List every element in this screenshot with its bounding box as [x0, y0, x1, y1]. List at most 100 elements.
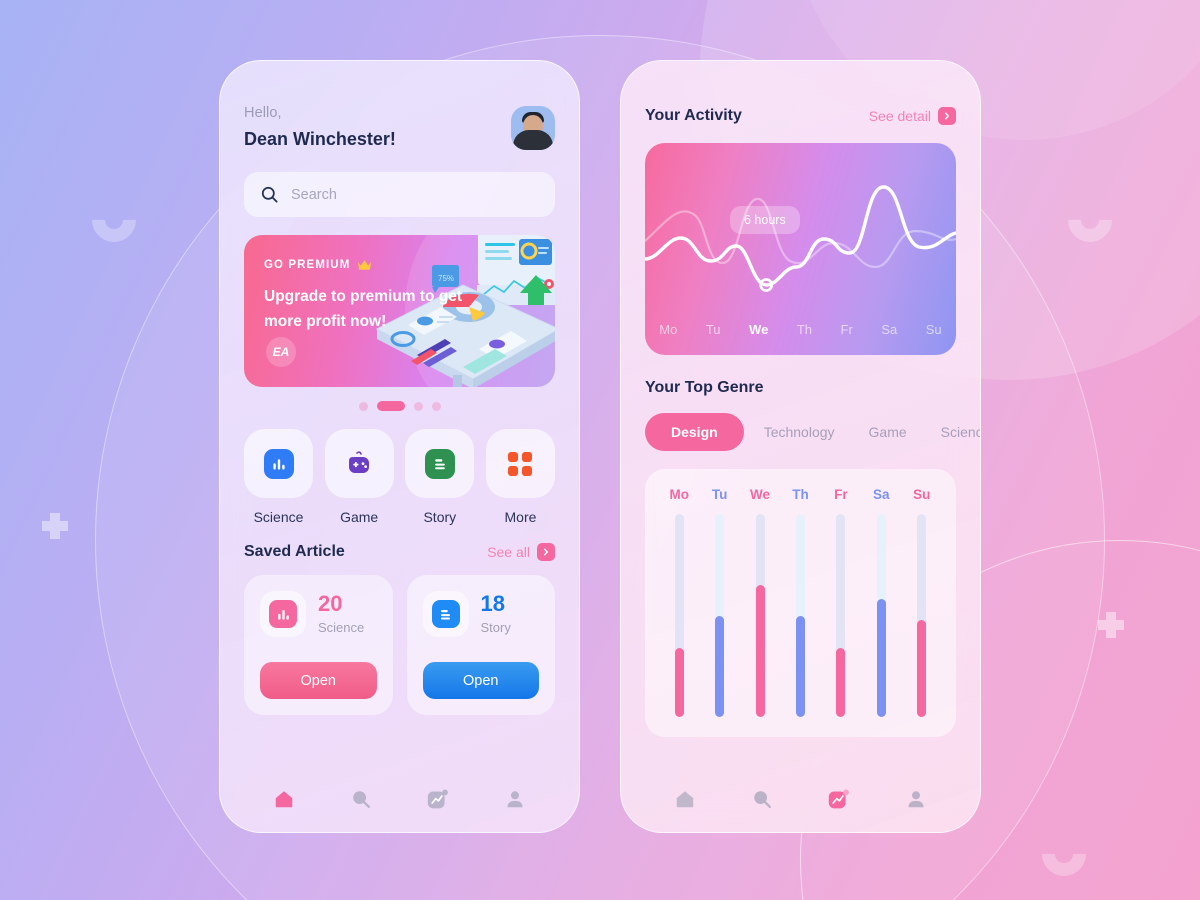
bar-day-label: Su	[913, 487, 931, 502]
saved-card-head: 20 Science	[260, 591, 377, 637]
bar-track	[917, 514, 927, 717]
avatar[interactable]	[511, 105, 555, 150]
search-icon	[353, 791, 371, 808]
greeting-row: Hello, Dean Winchester!	[244, 61, 555, 150]
bar-fill	[876, 599, 886, 717]
tab-design[interactable]: Design	[645, 413, 744, 451]
premium-banner[interactable]: GO PREMIUM Upgrade to premium to get mor…	[244, 235, 555, 387]
saved-card-label: Science	[318, 620, 365, 635]
category-tile	[485, 429, 555, 498]
see-all-label: See all	[487, 544, 530, 560]
saved-card-science[interactable]: 20 Science Open	[244, 575, 393, 715]
nav-search[interactable]	[744, 783, 780, 815]
top-genre-title: Your Top Genre	[645, 379, 764, 396]
page-title: Your Activity	[645, 107, 742, 124]
day-label: Fr	[840, 322, 853, 337]
chart-tooltip: 6 hours	[730, 206, 800, 234]
saved-card-icon-wrap	[260, 591, 306, 637]
nav-search[interactable]	[343, 783, 379, 815]
activity-chart-icon	[829, 789, 850, 808]
category-item-science[interactable]: Science	[244, 429, 313, 525]
chevron-right-icon	[938, 107, 956, 125]
document-lines-icon	[424, 448, 455, 479]
saved-card-icon-wrap	[422, 591, 469, 637]
category-tile	[244, 429, 313, 498]
carousel-dot-active[interactable]	[376, 401, 405, 411]
person-icon	[507, 791, 523, 808]
bar-fill	[674, 647, 684, 717]
bar-track	[674, 514, 684, 717]
bar-day-label: Fr	[834, 487, 848, 502]
nav-home[interactable]	[667, 783, 703, 815]
search-icon	[754, 791, 772, 808]
bar-column[interactable]	[705, 514, 735, 717]
carousel-dot[interactable]	[358, 401, 368, 411]
category-label: Science	[253, 509, 304, 525]
carousel-dot[interactable]	[413, 401, 423, 411]
avatar-body	[513, 129, 553, 150]
phone-activity-screen: Your Activity See detail 6 hours Mo Tu W…	[620, 60, 981, 833]
nav-activity[interactable]	[821, 783, 857, 815]
phone-home-screen: Hello, Dean Winchester! Search GO PREMIU…	[219, 60, 580, 833]
day-label: Th	[796, 322, 812, 337]
bar-column[interactable]	[664, 514, 694, 717]
day-label: Tu	[705, 322, 721, 337]
bar-day-label: Th	[792, 487, 809, 502]
carousel-dots[interactable]	[244, 401, 555, 411]
bar-track	[715, 514, 725, 717]
bar-column[interactable]	[826, 514, 856, 717]
bar-fill	[917, 619, 927, 717]
bar-chart-glyph	[272, 458, 285, 470]
category-item-more[interactable]: More	[485, 429, 555, 525]
nav-profile[interactable]	[497, 783, 533, 815]
chevron-right-icon	[537, 543, 555, 561]
greeting-hello: Hello,	[244, 105, 282, 121]
bar-track	[755, 514, 765, 717]
search-placeholder: Search	[291, 186, 337, 203]
crown-icon	[358, 260, 372, 270]
bar-column[interactable]	[907, 514, 937, 717]
open-button[interactable]: Open	[422, 662, 539, 699]
tab-technology[interactable]: Technology	[750, 413, 849, 451]
category-label: Story	[423, 509, 457, 525]
category-item-game[interactable]: Game	[324, 429, 394, 525]
tab-game[interactable]: Game	[855, 413, 921, 451]
gamepad-glyph	[349, 450, 370, 473]
nav-profile[interactable]	[898, 783, 934, 815]
bar-fill	[755, 585, 765, 717]
search-input[interactable]: Search	[244, 172, 555, 217]
nav-activity[interactable]	[420, 783, 456, 815]
home-icon	[677, 791, 694, 808]
open-button[interactable]: Open	[260, 662, 377, 699]
bar-fill	[795, 615, 805, 717]
bar-day-label: Sa	[873, 487, 890, 502]
activity-line-chart[interactable]: 6 hours Mo Tu We Th Fr Sa Su	[645, 143, 956, 355]
category-row: Science Game Story More	[244, 429, 555, 525]
category-item-story[interactable]: Story	[405, 429, 475, 525]
bar-column[interactable]	[785, 514, 815, 717]
bar-chart-icon	[269, 600, 297, 628]
saved-card-story[interactable]: 18 Story Open	[406, 575, 555, 715]
person-icon	[908, 791, 924, 808]
nav-home[interactable]	[266, 783, 302, 815]
bar-day-label: We	[750, 487, 771, 502]
see-detail-link[interactable]: See detail	[869, 107, 956, 125]
genre-bar-chart: Mo Tu We Th Fr Sa Su	[645, 469, 956, 737]
saved-card-head: 18 Story	[422, 591, 540, 637]
bar-column[interactable]	[745, 514, 775, 717]
home-icon	[276, 791, 293, 808]
chevron-right-glyph	[544, 548, 548, 556]
see-all-link[interactable]: See all	[487, 543, 555, 561]
bar-column[interactable]	[866, 514, 896, 717]
plus-decor-icon	[42, 513, 68, 539]
greeting-text-group: Hello, Dean Winchester!	[244, 105, 396, 150]
bar-track	[876, 514, 886, 717]
saved-card-label: Story	[480, 620, 511, 635]
carousel-dot[interactable]	[431, 401, 441, 411]
saved-article-header: Saved Article See all	[244, 543, 555, 561]
saved-card-count: 18	[480, 591, 505, 616]
day-label-active: We	[749, 322, 769, 337]
tab-science[interactable]: Science	[927, 413, 980, 451]
premium-eyebrow: GO PREMIUM	[264, 259, 535, 271]
day-label: Su	[925, 322, 942, 337]
